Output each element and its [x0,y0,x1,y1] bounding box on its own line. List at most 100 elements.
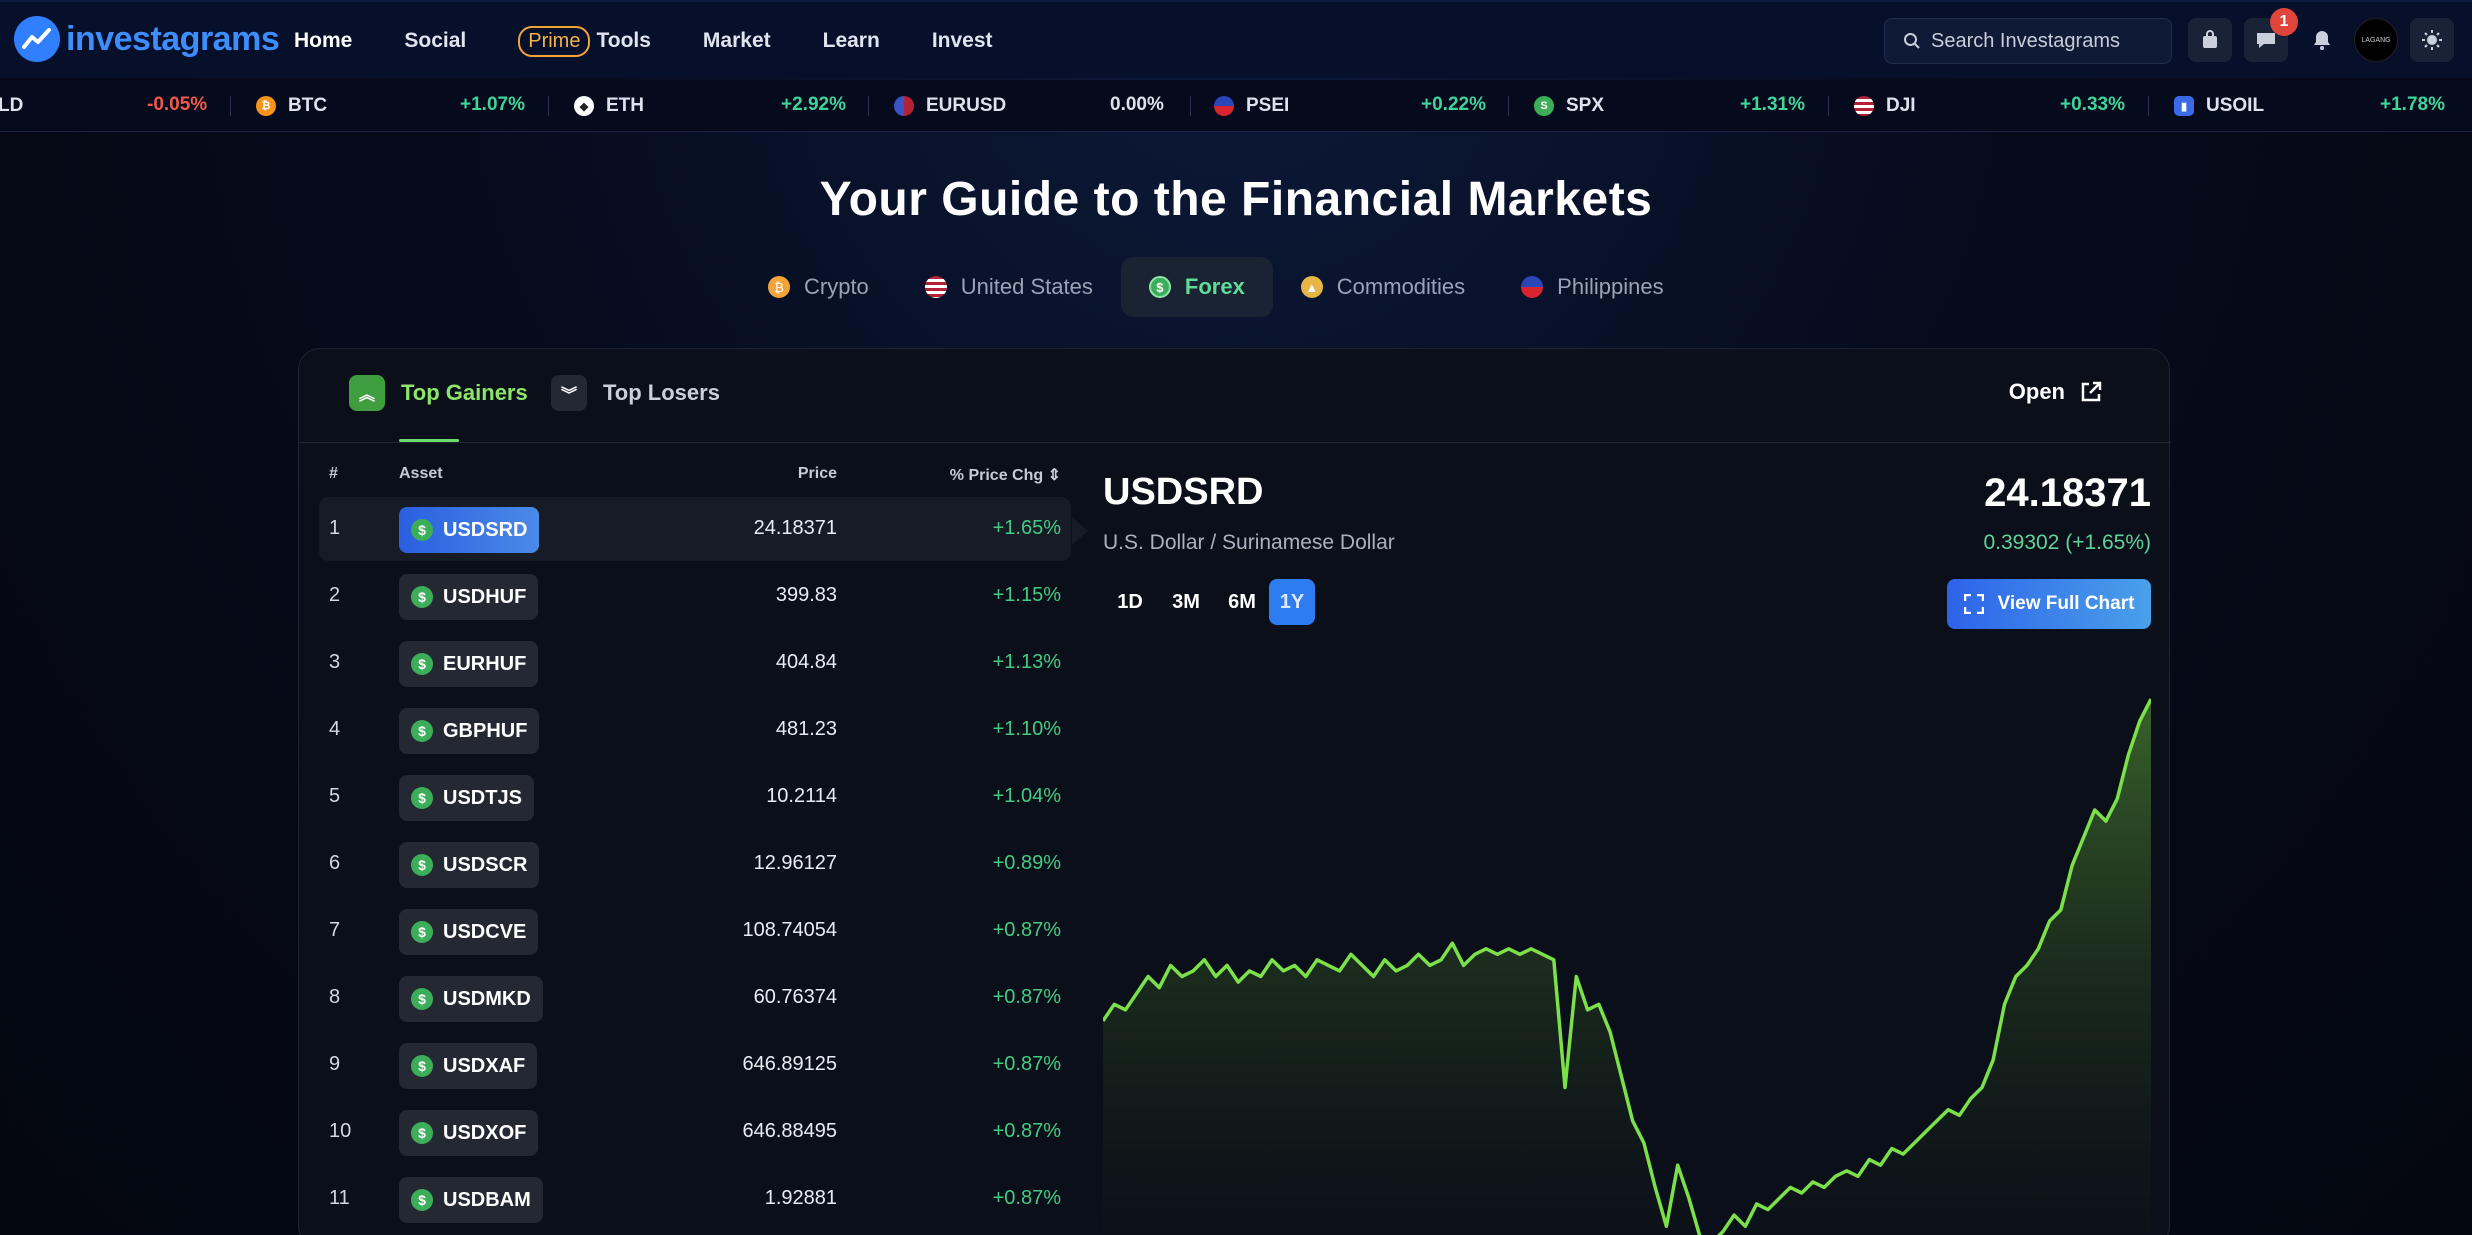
row-num: 10 [329,1120,352,1142]
table-row[interactable]: 1 $ USDSRD 24.18371 +1.65% [319,497,1071,561]
tab-crypto[interactable]: ₿ Crypto [740,257,897,317]
chart-area-fill [1103,699,2151,1235]
ticker-item-psei[interactable]: PSEI [1214,80,1290,131]
tab-top-gainers[interactable]: ︽ Top Gainers [349,375,528,411]
logo-chart-icon [14,16,60,62]
row-num: 7 [329,919,341,941]
sort-icon: ⇕ [1047,467,1061,484]
asset-pill[interactable]: $ USDXOF [399,1110,539,1156]
ph-flag-icon [1214,96,1234,116]
row-change: +0.87% [992,1053,1061,1075]
table-row[interactable]: 8 $ USDMKD 60.76374 +0.87% [319,966,1071,1030]
search-placeholder: Search Investagrams [1931,29,2120,52]
range-6m[interactable]: 6M [1219,579,1265,625]
nav-market[interactable]: Market [703,29,771,53]
table-row[interactable]: 7 $ USDCVE 108.74054 +0.87% [319,899,1071,963]
nav-learn[interactable]: Learn [823,29,880,53]
ticker-item-gold[interactable]: LD [0,80,23,131]
asset-pill[interactable]: $ USDTJS [399,775,534,821]
row-price: 481.23 [775,718,837,740]
ph-flag-icon [1521,276,1544,298]
nav-tools-label: Tools [596,29,651,52]
row-price: 108.74054 [742,919,837,941]
messages-button[interactable]: 1 [2244,8,2298,62]
asset-pill[interactable]: $ USDBAM [399,1177,543,1223]
tab-label: United States [960,274,1093,299]
asset-symbol: GBPHUF [443,719,528,742]
asset-pill[interactable]: $ USDXAF [399,1043,538,1089]
asset-pill[interactable]: $ EURHUF [399,641,539,687]
notification-badge: 1 [2270,8,2298,36]
header-asset: Asset [399,465,443,482]
tab-commodities[interactable]: ▲ Commodities [1273,257,1493,317]
row-price: 646.89125 [742,1053,837,1075]
ethereum-icon: ◆ [574,96,594,116]
bell-icon [2314,31,2330,50]
price-chart[interactable] [1103,679,2151,1235]
table-row[interactable]: 2 $ USDHUF 399.83 +1.15% [319,564,1071,628]
ticker-divider [230,96,231,116]
tab-label: Commodities [1336,274,1466,299]
tab-united-states[interactable]: United States [897,257,1121,317]
search-icon [1904,33,1920,49]
dollar-icon: $ [411,586,433,608]
tab-top-losers[interactable]: ︾ Top Losers [551,375,720,411]
table-row[interactable]: 11 $ USDBAM 1.92881 +0.87% [319,1167,1071,1231]
range-1y[interactable]: 1Y [1269,579,1315,625]
ticker-divider [1190,96,1191,116]
ticker-item-eurusd[interactable]: EURUSD [894,80,1006,131]
ticker-item-usoil[interactable]: ▮ USOIL [2174,80,2264,131]
table-row[interactable]: 10 $ USDXOF 646.88495 +0.87% [319,1100,1071,1164]
ticker-symbol: PSEI [1246,95,1290,116]
ticker-item-dji[interactable]: DJI [1854,80,1916,131]
header-price-change[interactable]: % Price Chg ⇕ [950,465,1061,485]
range-1d[interactable]: 1D [1107,579,1153,625]
logo[interactable]: investagrams [14,16,280,62]
table-row[interactable]: 3 $ EURHUF 404.84 +1.13% [319,631,1071,695]
notifications-button[interactable] [2300,18,2344,62]
asset-pill[interactable]: $ USDSRD [399,507,540,553]
ticker-symbol: BTC [288,95,328,116]
open-button[interactable]: Open [2009,379,2103,405]
row-change: +0.87% [992,1120,1061,1142]
table-row[interactable]: 6 $ USDSCR 12.96127 +0.89% [319,832,1071,896]
nav-invest[interactable]: Invest [932,29,993,53]
ticker-item-btc[interactable]: ₿ BTC [256,80,328,131]
avatar[interactable]: LAGANG [2354,18,2398,62]
ticker-item-eth[interactable]: ◆ ETH [574,80,644,131]
asset-pill[interactable]: $ USDSCR [399,842,540,888]
asset-pill[interactable]: $ USDMKD [399,976,543,1022]
shop-button[interactable] [2188,18,2232,62]
tab-label: Crypto [804,274,869,299]
dollar-icon: $ [411,1189,433,1211]
theme-toggle-button[interactable] [2410,18,2454,62]
ticker-change: +1.07% [460,94,525,115]
nav-social[interactable]: Social [404,29,466,53]
view-full-chart-button[interactable]: View Full Chart [1947,579,2151,629]
row-change: +0.87% [992,1187,1061,1209]
search-input[interactable]: Search Investagrams [1884,18,2172,64]
asset-pill[interactable]: $ GBPHUF [399,708,540,754]
open-label: Open [2008,379,2065,404]
table-row[interactable]: 4 $ GBPHUF 481.23 +1.10% [319,698,1071,762]
ticker-symbol: SPX [1566,95,1605,116]
tab-philippines[interactable]: Philippines [1493,257,1691,317]
detail-name: U.S. Dollar / Surinamese Dollar [1103,531,1395,554]
asset-symbol: USDTJS [443,786,522,809]
market-tabs: ₿ Crypto United States $ Forex ▲ Commodi… [740,257,1692,317]
table-row[interactable]: 5 $ USDTJS 10.2114 +1.04% [319,765,1071,829]
asset-pill[interactable]: $ USDHUF [399,574,539,620]
asset-pill[interactable]: $ USDCVE [399,909,539,955]
tab-forex[interactable]: $ Forex [1120,257,1273,317]
range-3m[interactable]: 3M [1163,579,1209,625]
asset-symbol: USDMKD [443,987,531,1010]
nav-tools[interactable]: Prime Tools [518,25,651,57]
row-num: 9 [329,1053,341,1075]
asset-symbol: USDXAF [443,1054,526,1077]
table-row[interactable]: 9 $ USDXAF 646.89125 +0.87% [319,1033,1071,1097]
nav-home[interactable]: Home [294,29,352,53]
eu-flag-icon [894,96,914,116]
ticker-item-spx[interactable]: S SPX [1534,80,1605,131]
ticker-change: -0.05% [147,94,208,115]
ticker-change: +1.31% [1740,94,1805,115]
